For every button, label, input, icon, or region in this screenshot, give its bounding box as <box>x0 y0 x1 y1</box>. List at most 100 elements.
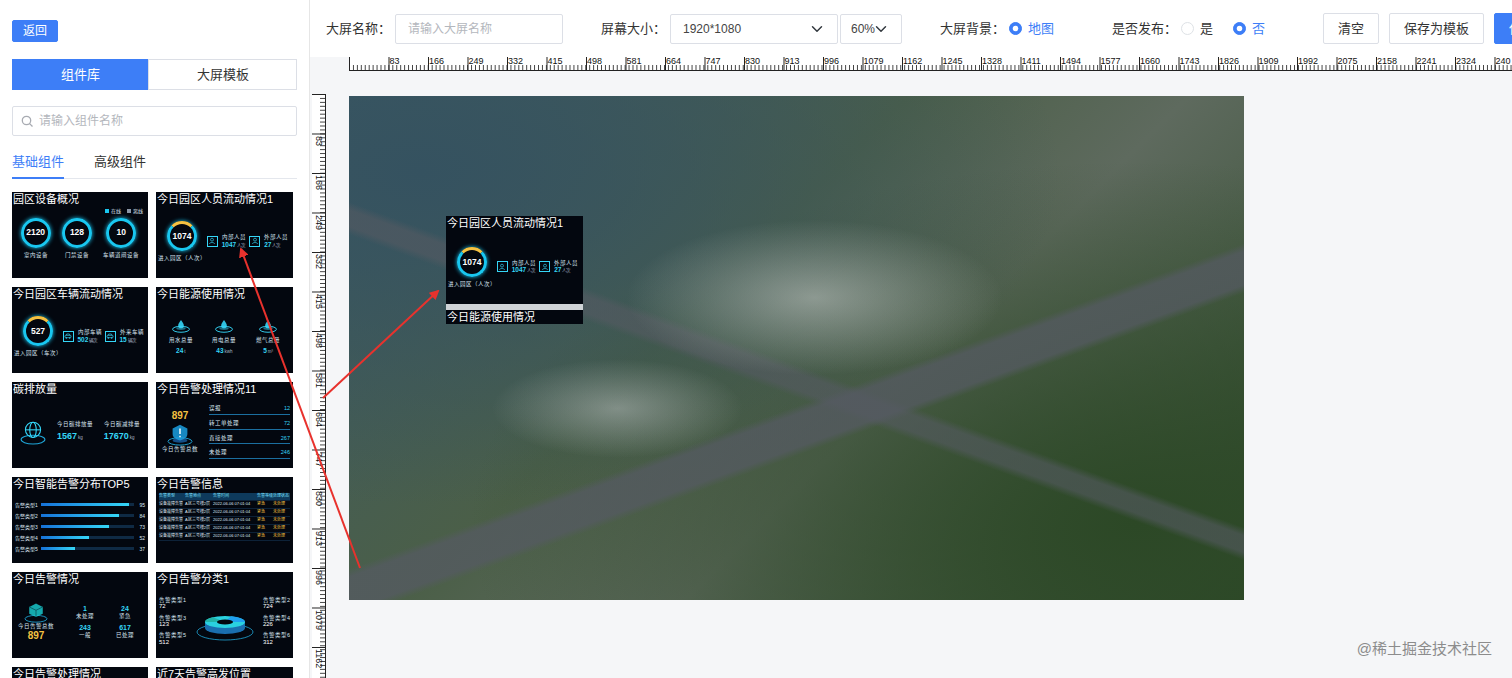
component-card[interactable]: 近7天告警高发位置 <box>156 667 293 678</box>
energy-stat: 用电总量43kwh <box>212 318 236 355</box>
alarm-value: 12 <box>284 405 290 412</box>
stat-label: 未处理 <box>76 613 94 620</box>
radio-button[interactable] <box>1181 22 1194 35</box>
stat-reading: 1047人次 <box>222 241 246 249</box>
placed-widgets[interactable]: 今日园区人员流动情况11074进入园区（人次）内部人员1047人次外部人员27人… <box>446 216 583 324</box>
alarm-label: 误报 <box>209 405 221 412</box>
library-tab[interactable]: 组件库 <box>12 59 148 90</box>
pie-value: 312 <box>263 639 290 646</box>
work-area: 8316624933241549858166474783091399610791… <box>310 71 1512 678</box>
component-card[interactable]: 今日园区人员流动情况11074进入园区（人次）内部人员1047人次外部人员27人… <box>156 192 293 278</box>
component-title: 今日告警处理情况 <box>12 667 148 678</box>
back-button[interactable]: 返回 <box>12 20 58 42</box>
table-cell: 2022-06-06 07:01:04 <box>213 502 256 507</box>
stat-label: 用电总量 <box>212 337 236 344</box>
ruler-label: 332 <box>507 57 547 70</box>
bar-fill <box>41 503 129 506</box>
bar-row: 告警类型195 <box>15 499 145 510</box>
toolbar-button[interactable]: 保存大屏 <box>1494 13 1512 45</box>
library-tab[interactable]: 大屏模板 <box>148 59 297 90</box>
ruler-label: 2324 <box>1455 57 1495 70</box>
back-row: 返回 <box>12 20 297 42</box>
ruler-cell: 83 <box>312 134 325 174</box>
gauge-ring: 1074 <box>167 221 197 251</box>
alarm-shield-icon <box>166 422 194 446</box>
component-card[interactable]: 园区设备概况在线离线2120室内设备128门禁设备10车辆道闸设备 <box>12 192 148 278</box>
alarm-value: 267 <box>281 435 290 442</box>
component-card[interactable]: 今日告警情况今日告警总数8971未处理24紧急243一般617已处理 <box>12 572 148 658</box>
search-input[interactable] <box>12 106 297 136</box>
stat-value: 24 <box>121 605 129 613</box>
watermark: @稀土掘金技术社区 <box>1357 638 1492 661</box>
ruler-cell: 1162 <box>312 647 325 678</box>
bar-fill <box>41 514 119 517</box>
bar-track <box>41 514 134 517</box>
ruler-label: 249 <box>468 57 508 70</box>
radio-label[interactable]: 是 <box>1200 19 1213 39</box>
component-card[interactable]: 今日园区人员流动情况11074进入园区（人次）内部人员1047人次外部人员27人… <box>446 216 583 304</box>
screen-canvas[interactable]: 今日园区人员流动情况11074进入园区（人次）内部人员1047人次外部人员27人… <box>349 96 1244 600</box>
total-gauge: 527进入园区（车次） <box>15 316 61 357</box>
radio-button[interactable] <box>1009 22 1022 35</box>
stat-text: 外部人员27人次 <box>264 234 288 248</box>
component-card[interactable]: 今日告警分类1告警类型172告警类型3123告警类型5512告警类型2724告警… <box>156 572 293 658</box>
zoom-select[interactable]: 60% <box>840 14 902 44</box>
stat-reading: 27人次 <box>264 241 288 249</box>
editor: 返回组件库大屏模板基础组件高级组件园区设备概况在线离线2120室内设备128门禁… <box>0 0 1512 678</box>
stat: 外来车辆15辆次 <box>105 329 144 343</box>
component-card[interactable]: 今日园区车辆流动情况527进入园区（车次）内部车辆502辆次外来车辆15辆次 <box>12 287 148 373</box>
category-tab[interactable]: 高级组件 <box>94 152 146 179</box>
radio-label[interactable]: 地图 <box>1028 19 1054 39</box>
component-card[interactable]: 今日告警处理情况 <box>12 667 148 678</box>
component-title: 碳排放量 <box>12 382 148 396</box>
component-card[interactable]: 今日告警处理情况11897今日告警总数误报12转工单处理72直接处理267未处理… <box>156 382 293 468</box>
component-card[interactable]: 今日能源使用情况 <box>446 304 583 324</box>
column-header: 告警等级 <box>257 494 272 499</box>
name-field: 大屏名称： <box>326 14 563 44</box>
toolbar-button[interactable]: 清空 <box>1323 13 1379 45</box>
gauge: 2120室内设备 <box>21 218 51 259</box>
radio-option[interactable]: 否 <box>1233 19 1265 39</box>
gauge-label: 室内设备 <box>24 252 48 259</box>
gauge-label: 门禁设备 <box>65 252 89 259</box>
category-tab[interactable]: 基础组件 <box>12 152 64 179</box>
toolbar-button[interactable]: 保存为模板 <box>1389 13 1484 45</box>
radio-label[interactable]: 否 <box>1252 19 1265 39</box>
stat-unit: 人次 <box>272 243 280 248</box>
name-input[interactable] <box>395 14 563 44</box>
pie-value: 72 <box>159 603 191 610</box>
size-select[interactable]: 1920*1080 <box>670 14 838 44</box>
column-header: 告警地点 <box>185 494 212 499</box>
pie-label: 告警类型6312 <box>263 632 290 646</box>
pie-label: 告警类型4226 <box>263 615 290 629</box>
radio-button[interactable] <box>1233 22 1246 35</box>
ruler-label: 83 <box>314 136 323 146</box>
component-card[interactable]: 碳排放量今日碳排放量1567kg今日碳减排量17670kg <box>12 382 148 468</box>
component-title: 今日告警分类1 <box>156 572 293 586</box>
ruler-cell: 498 <box>312 331 325 371</box>
ruler-label: 913 <box>784 57 824 70</box>
component-card[interactable]: 今日告警信息告警类型告警地点告警时间告警等级处理状态设备故障告警A区三号楼2层2… <box>156 477 293 563</box>
component-card[interactable]: 今日能源使用情况用水总量24t用电总量43kwh燃气总量5m³ <box>156 287 293 373</box>
bar-track <box>41 503 134 506</box>
gauge-ring: 128 <box>62 218 92 248</box>
table-cell: 设备故障告警 <box>159 534 184 539</box>
radio-option[interactable]: 是 <box>1181 19 1213 39</box>
pie-label: 告警类型3123 <box>159 615 191 629</box>
component-preview: 用水总量24t用电总量43kwh燃气总量5m³ <box>156 301 293 373</box>
library-tabs: 组件库大屏模板 <box>12 59 297 90</box>
total-label: 今日告警总数 <box>162 446 198 453</box>
radio-option[interactable]: 地图 <box>1009 19 1054 39</box>
stat-label: 外部人员 <box>554 260 578 267</box>
legend-swatch <box>127 209 131 213</box>
stat-label: 用水总量 <box>169 337 193 344</box>
ruler-label: 581 <box>626 57 666 70</box>
component-card[interactable]: 今日智能告警分布TOP5告警类型195告警类型284告警类型373告警类型452… <box>12 477 148 563</box>
gauge-value: 128 <box>70 227 84 237</box>
component-preview: 告警类型172告警类型3123告警类型5512告警类型2724告警类型4226告… <box>156 586 293 658</box>
ruler-label: 166 <box>314 175 323 190</box>
ruler-row: 8316624933241549858166474783091399610791… <box>310 57 1512 71</box>
globe-icon <box>20 419 46 445</box>
ruler-label: 1079 <box>863 57 903 70</box>
ruler-label: 830 <box>314 491 323 506</box>
